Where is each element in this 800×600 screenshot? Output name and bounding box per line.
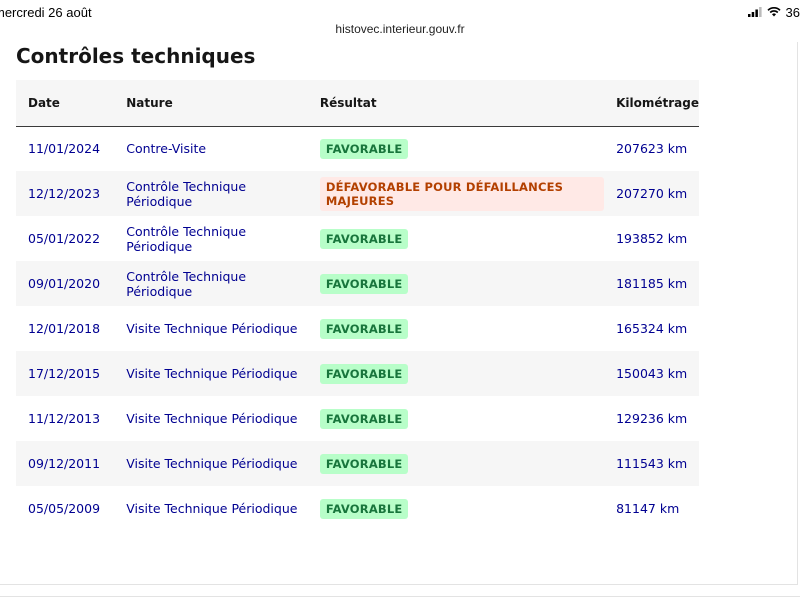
table-body: 11/01/2024 Contre-Visite FAVORABLE 207623 k… [16,126,699,531]
cell-nature: Visite Technique Périodique [126,366,298,381]
cell-result: FAVORABLE [308,306,604,351]
table-row: 05/05/2009 Visite Technique Périodique FAV… [16,486,699,531]
table-row: 11/01/2024 Contre-Visite FAVORABLE 207623 k… [16,126,699,171]
table-row: 11/12/2013 Visite Technique Périodique FAV… [16,396,699,441]
cell-date: 12/01/2018 [28,321,101,336]
cell-result: FAVORABLE [308,486,604,531]
status-badge: FAVORABLE [319,318,409,339]
cell-result: FAVORABLE [308,261,604,306]
cell-mileage: 150043 km [616,366,688,381]
divider [0,596,800,597]
cell-mileage: 207270 km [616,186,688,201]
page-title: Contrôles techniques [16,44,256,68]
cell-date: 17/12/2015 [28,366,101,381]
cell-date: 09/01/2020 [28,276,101,291]
table-row: 12/12/2023 Contrôle Technique Périodique D… [16,171,699,216]
url-text: histovec.interieur.gouv.fr [335,22,465,36]
signal-icon [747,5,762,20]
cell-mileage: 111543 km [616,456,688,471]
cell-mileage: 81147 km [616,501,680,516]
cell-mileage: 129236 km [616,411,688,426]
status-badge: FAVORABLE [319,138,409,159]
status-badge: FAVORABLE [319,228,409,249]
cell-result: FAVORABLE [308,351,604,396]
header-result: Résultat [319,95,377,110]
header-row: Date Nature Résultat Kilométrage [16,80,699,126]
status-badge: FAVORABLE [319,408,409,429]
wifi-icon [766,5,781,20]
cell-mileage: 165324 km [616,321,688,336]
cell-date: 11/01/2024 [28,141,101,157]
cell-date: 09/12/2011 [28,456,101,471]
status-badge: DÉFAVORABLE POUR DÉFAILLANCES MAJEURES [319,176,605,211]
status-badge: FAVORABLE [319,498,409,519]
cell-mileage: 207623 km [616,141,688,157]
cell-date: 11/12/2013 [28,411,101,426]
cell-date: 05/05/2009 [28,501,101,516]
cell-nature: Contrôle Technique Périodique [126,268,247,299]
table-row: 12/01/2018 Visite Technique Périodique FAV… [16,306,699,351]
table-row: 09/01/2020 Contrôle Technique Périodique F… [16,261,699,306]
cell-mileage: 181185 km [616,276,688,291]
inspections-table: Date Nature Résultat Kilométrage 11/01/2… [16,80,699,531]
table-row: 17/12/2015 Visite Technique Périodique FAV… [16,351,699,396]
status-indicators: 36 [747,5,800,20]
cell-nature: Contre-Visite [126,141,207,157]
cell-result: FAVORABLE [308,396,604,441]
status-bar: mercredi 26 août 36 [0,0,800,22]
status-time: mercredi 26 août [0,5,92,20]
table-row: 09/12/2011 Visite Technique Périodique FAV… [16,441,699,486]
cell-nature: Visite Technique Périodique [126,411,298,426]
battery-percent: 36 [785,5,800,20]
cell-nature: Visite Technique Périodique [126,321,298,336]
cell-result: FAVORABLE [308,126,604,171]
status-badge: FAVORABLE [319,273,409,294]
status-badge: FAVORABLE [319,453,409,474]
cell-nature: Visite Technique Périodique [126,501,298,516]
cell-nature: Contrôle Technique Périodique [126,223,247,254]
header-nature: Nature [126,95,173,110]
address-bar[interactable]: histovec.interieur.gouv.fr [0,22,800,42]
cell-result: FAVORABLE [308,441,604,486]
cell-mileage: 193852 km [616,231,688,246]
cell-date: 12/12/2023 [28,186,101,201]
table-row: 05/01/2022 Contrôle Technique Périodique F… [16,216,699,261]
header-date: Date [28,95,60,110]
cell-nature: Contrôle Technique Périodique [126,178,247,209]
status-badge: FAVORABLE [319,363,409,384]
cell-nature: Visite Technique Périodique [126,456,298,471]
header-mileage: Kilométrage [616,95,699,110]
cell-result: FAVORABLE [308,216,604,261]
table-header: Date Nature Résultat Kilométrage [16,80,699,126]
cell-date: 05/01/2022 [28,231,101,246]
cell-result: DÉFAVORABLE POUR DÉFAILLANCES MAJEURES [308,171,605,216]
